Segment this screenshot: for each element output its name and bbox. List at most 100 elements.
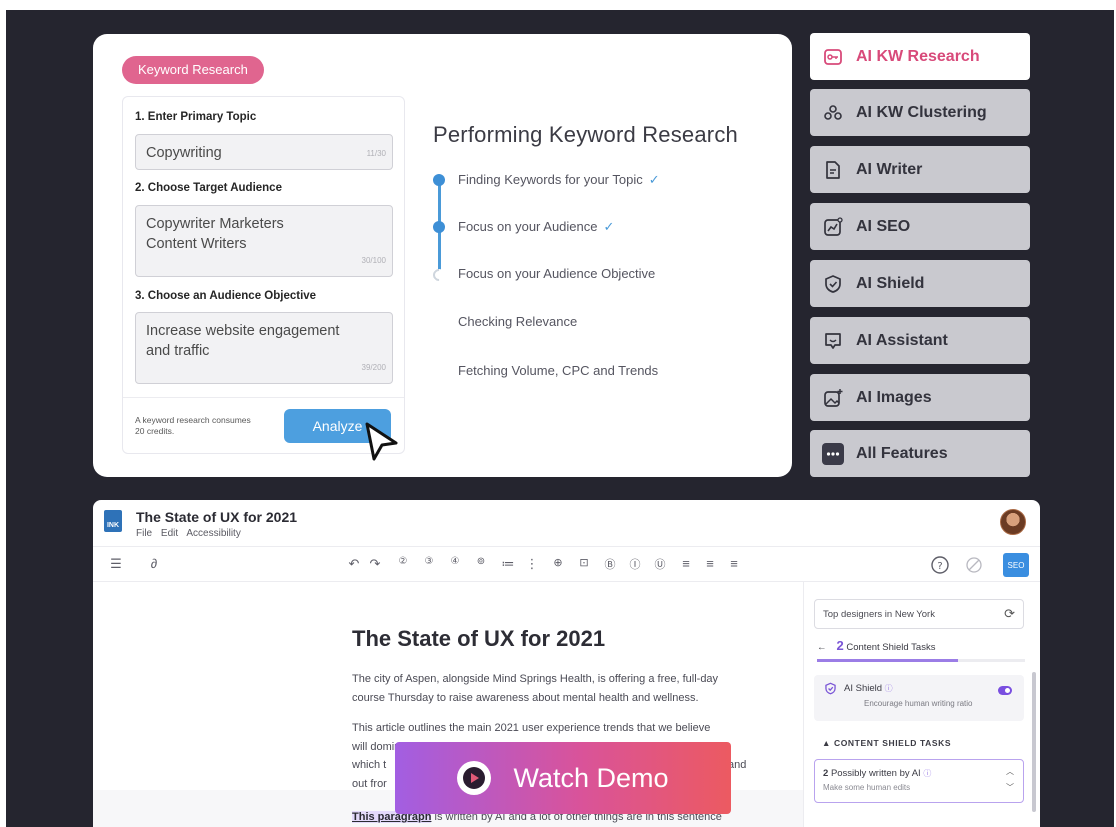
tasks-header[interactable]: ← 2 Content Shield Tasks xyxy=(817,638,935,653)
cluster-icon xyxy=(822,102,844,124)
shield-toggle[interactable] xyxy=(998,686,1012,695)
menu-label: AI Writer xyxy=(856,160,923,178)
menu-ai-seo[interactable]: AI SEO xyxy=(810,203,1030,250)
tasks-count: 2 xyxy=(836,638,844,653)
audience-input[interactable]: Copywriter Marketers Content Writers 30/… xyxy=(135,205,393,277)
info-icon: ⓘ xyxy=(884,684,893,693)
topic-counter: 11/30 xyxy=(366,149,386,158)
paragraph-fragment: which t xyxy=(352,759,387,771)
seo-button[interactable]: SEO xyxy=(1003,553,1029,577)
app-logo: INK xyxy=(104,510,122,532)
bullet-list-icon[interactable]: ≔ xyxy=(501,556,515,572)
objective-counter: 39/200 xyxy=(361,363,386,372)
heading2-icon[interactable]: ② xyxy=(396,556,410,567)
panel-search-input[interactable]: Top designers in New York ⟳ xyxy=(814,599,1024,629)
undo-icon[interactable]: ↶ xyxy=(347,556,361,572)
hide-icon[interactable] xyxy=(963,554,985,576)
menu-label: All Features xyxy=(856,444,948,462)
image-icon xyxy=(822,387,844,409)
article-title: The State of UX for 2021 xyxy=(352,626,606,651)
play-triangle xyxy=(471,773,480,783)
task-subtitle: Make some human edits xyxy=(823,783,911,792)
refresh-icon[interactable]: ⟳ xyxy=(1004,606,1015,622)
menu-ai-shield[interactable]: AI Shield xyxy=(810,260,1030,307)
menu-label: AI SEO xyxy=(856,217,911,235)
info-icon: ⓘ xyxy=(923,769,932,778)
panel-scrollbar[interactable] xyxy=(1032,672,1036,812)
menu-label: AI Images xyxy=(856,388,932,406)
menu-label: AI KW Research xyxy=(856,47,980,65)
step-label: Finding Keywords for your Topic xyxy=(458,172,643,187)
chevron-down-icon[interactable]: ﹀ xyxy=(1006,782,1014,793)
menu-ai-images[interactable]: AI Images xyxy=(810,374,1030,421)
step-label: Focus on your Audience Objective xyxy=(458,266,656,281)
document-menu: File Edit Accessibility xyxy=(136,528,247,539)
step-label: Fetching Volume, CPC and Trends xyxy=(458,363,659,378)
tasks-progress-bar xyxy=(817,659,1025,662)
stack-icon[interactable]: ☰ xyxy=(109,556,123,572)
keyword-research-pill: Keyword Research xyxy=(122,56,264,84)
menu-file[interactable]: File xyxy=(136,528,152,539)
underline-icon[interactable]: Ⓤ xyxy=(653,556,667,572)
task-count: 2 xyxy=(823,768,829,779)
task-card[interactable]: 2 Possibly written by AI ⓘ Make some hum… xyxy=(814,759,1024,803)
back-arrow-icon[interactable]: ← xyxy=(817,642,827,653)
keyword-form: 1. Enter Primary Topic Copywriting 11/30… xyxy=(122,96,405,461)
topic-input[interactable]: Copywriting 11/30 xyxy=(135,134,393,170)
italic-icon[interactable]: Ⓘ xyxy=(628,556,642,572)
avatar[interactable] xyxy=(1000,509,1026,535)
menu-ai-writer[interactable]: AI Writer xyxy=(810,146,1030,193)
seo-chart-icon xyxy=(822,216,844,238)
audience-counter: 30/100 xyxy=(361,256,386,265)
editor-toolbar: ☰ ∂ ↶ ↷ ② ③ ④ ⊚ ≔ ⋮ ⊕ ⊡ Ⓑ Ⓘ Ⓤ ≡ ≡ ≡ ? SE… xyxy=(93,546,1040,582)
menu-label: AI Assistant xyxy=(856,331,948,349)
align-center-icon[interactable]: ≡ xyxy=(703,556,717,571)
chevron-up-icon[interactable]: ︿ xyxy=(1006,766,1014,777)
paragraph-line: This article outlines the main 2021 user… xyxy=(352,722,711,734)
menu-edit[interactable]: Edit xyxy=(161,528,178,539)
shield-icon xyxy=(822,273,844,295)
help-icon[interactable]: ? xyxy=(929,554,951,576)
menu-ai-assistant[interactable]: AI Assistant xyxy=(810,317,1030,364)
link-insert-icon[interactable]: ⊕ xyxy=(551,556,565,569)
check-icon: ✓ xyxy=(648,172,660,187)
section-title: ▲ CONTENT SHIELD TASKS xyxy=(822,738,952,748)
key-icon xyxy=(822,46,844,68)
stage-background: Keyword Research 1. Enter Primary Topic … xyxy=(6,10,1114,827)
watch-demo-button[interactable]: Watch Demo xyxy=(395,742,731,814)
progress-step: Fetching Volume, CPC and Trends xyxy=(458,363,658,378)
menu-all-features[interactable]: All Features xyxy=(810,430,1030,477)
search-value: Top designers in New York xyxy=(823,609,935,620)
task-title: 2 Possibly written by AI ⓘ xyxy=(823,768,931,779)
heading3-icon[interactable]: ③ xyxy=(422,556,436,567)
link-icon[interactable]: ∂ xyxy=(147,556,161,571)
play-icon xyxy=(457,761,492,795)
menu-accessibility[interactable]: Accessibility xyxy=(186,528,240,539)
audience-line2: Content Writers xyxy=(146,236,247,252)
numbered-list-icon[interactable]: ⋮ xyxy=(525,556,539,572)
menu-label: AI KW Clustering xyxy=(856,103,987,121)
menu-ai-kw-clustering[interactable]: AI KW Clustering xyxy=(810,89,1030,136)
step-label: Checking Relevance xyxy=(458,314,578,329)
objective-line2: and traffic xyxy=(146,343,210,359)
align-right-icon[interactable]: ≡ xyxy=(727,556,741,571)
bold-icon[interactable]: Ⓑ xyxy=(603,556,617,572)
image-insert-icon[interactable]: ⊡ xyxy=(577,556,591,569)
quote-icon[interactable]: ⊚ xyxy=(474,556,488,567)
play-icon-inner xyxy=(463,767,486,789)
article-paragraph[interactable]: The city of Aspen, alongside Mind Spring… xyxy=(352,670,772,707)
step-label: Focus on your Audience xyxy=(458,219,598,234)
mouse-cursor-icon xyxy=(365,422,398,461)
audience-line1: Copywriter Marketers xyxy=(146,216,284,232)
progress-step: Focus on your Audience ✓ xyxy=(458,219,614,235)
align-left-icon[interactable]: ≡ xyxy=(679,556,693,571)
menu-ai-kw-research[interactable]: AI KW Research xyxy=(810,33,1030,80)
progress-step: Focus on your Audience Objective xyxy=(458,266,655,281)
form-divider xyxy=(123,397,404,398)
objective-input[interactable]: Increase website engagement and traffic … xyxy=(135,312,393,384)
heading4-icon[interactable]: ④ xyxy=(448,556,462,567)
shield-icon xyxy=(825,682,836,695)
redo-icon[interactable]: ↷ xyxy=(368,556,382,572)
step3-label: 3. Choose an Audience Objective xyxy=(135,290,317,302)
step1-label: 1. Enter Primary Topic xyxy=(135,111,257,123)
